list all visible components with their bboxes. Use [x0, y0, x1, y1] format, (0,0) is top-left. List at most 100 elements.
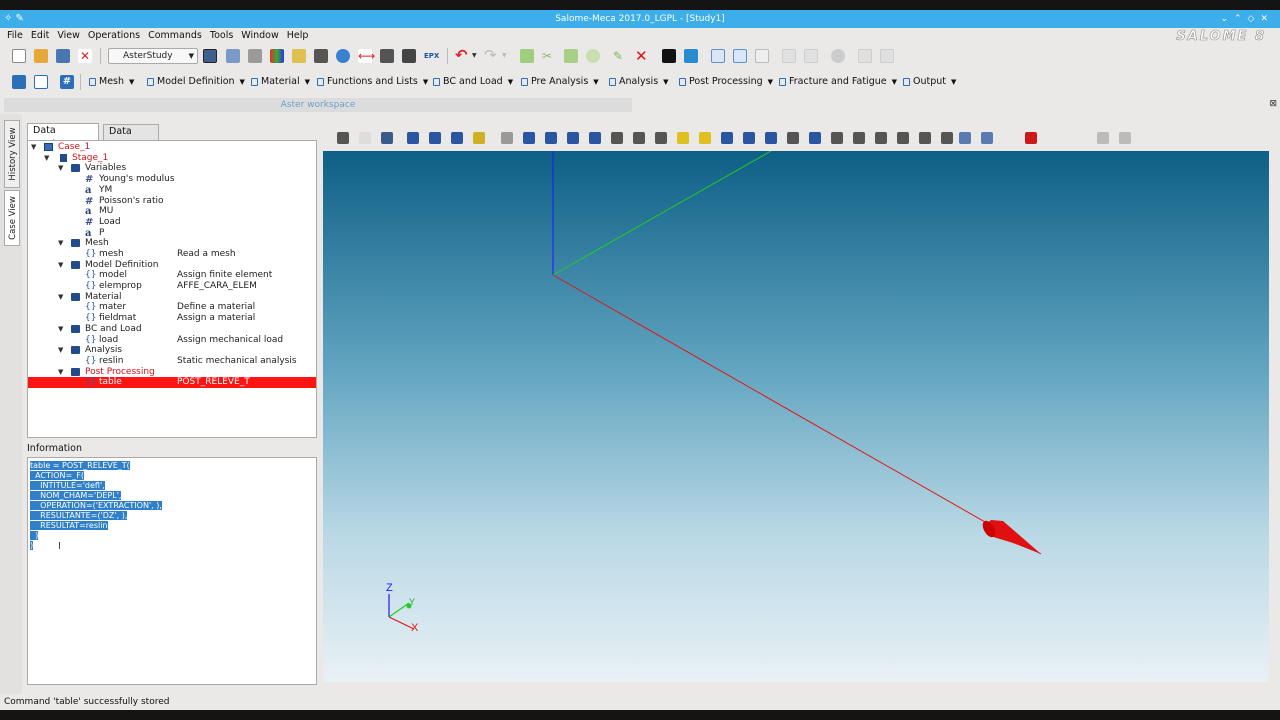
module-9-icon[interactable] [402, 49, 416, 63]
bottom-view-icon[interactable] [655, 132, 667, 144]
epx-module-icon[interactable]: EPX [424, 49, 439, 63]
tree-variable[interactable]: # Load [28, 217, 316, 228]
menu-mesh[interactable]: Mesh ▼ [86, 74, 138, 90]
duplicate-icon[interactable] [586, 49, 600, 63]
smesh-module-icon[interactable] [248, 49, 262, 63]
tree-variable[interactable]: a YM [28, 185, 316, 196]
front-view-icon[interactable] [589, 132, 601, 144]
edit-icon[interactable]: ✎ [613, 49, 627, 63]
tree-group-bc-and-load[interactable]: ▼ BC and Load [28, 324, 316, 335]
save-icon[interactable] [56, 49, 70, 63]
menu-edit[interactable]: Edit [27, 28, 53, 44]
redo-dropdown-icon[interactable]: ▼ [502, 49, 510, 63]
menu-output[interactable]: Output ▼ [900, 74, 958, 90]
add-stage-from-file-icon[interactable] [34, 75, 48, 89]
tree-group-mesh[interactable]: ▼ Mesh [28, 238, 316, 249]
menu-functions-and-lists[interactable]: Functions and Lists ▼ [314, 74, 428, 90]
tree-command-reslin[interactable]: {} reslin Static mechanical analysis [28, 356, 316, 367]
tree-case[interactable]: ▼ Case_1 [28, 142, 316, 153]
find-replace-icon[interactable] [684, 49, 698, 63]
interaction-style-icon[interactable] [359, 132, 371, 144]
asterstudy-icon[interactable] [203, 49, 217, 63]
cut-icon[interactable]: ✂ [542, 49, 556, 63]
menu-window[interactable]: Window [237, 28, 282, 44]
parallel-mode-icon[interactable] [853, 132, 865, 144]
close-icon[interactable]: ⊠ [1269, 99, 1277, 109]
new-document-icon[interactable] [12, 49, 26, 63]
left-view-icon[interactable] [677, 132, 689, 144]
show-trihedron-icon[interactable] [381, 132, 393, 144]
information-panel[interactable]: table = POST_RELEVE_T( ACTION=_F( INTITU… [27, 457, 317, 685]
tab-case-view[interactable]: Case View [4, 190, 20, 246]
module-8-icon[interactable] [380, 49, 394, 63]
add-stage-icon[interactable] [12, 75, 26, 89]
copy-icon[interactable] [520, 49, 534, 63]
back-view-icon[interactable] [611, 132, 623, 144]
menu-operations[interactable]: Operations [84, 28, 144, 44]
disabled-action-1-icon[interactable] [782, 49, 796, 63]
tree-group-analysis[interactable]: ▼ Analysis [28, 345, 316, 356]
dump-view-icon[interactable] [337, 132, 349, 144]
zoom-icon[interactable] [473, 132, 485, 144]
module-7-icon[interactable]: ⟷ [358, 49, 375, 63]
tree-command-mesh[interactable]: {} mesh Read a mesh [28, 249, 316, 260]
tree-command-fieldmat[interactable]: {} fieldmat Assign a material [28, 313, 316, 324]
right-view-icon[interactable] [699, 132, 711, 144]
menu-fracture-and-fatigue[interactable]: Fracture and Fatigue ▼ [776, 74, 897, 90]
undo-icon[interactable]: ↶ [455, 48, 469, 63]
top-view-icon[interactable] [633, 132, 645, 144]
expand-arrow-icon[interactable]: ▼ [31, 142, 36, 153]
menu-post-processing[interactable]: Post Processing ▼ [676, 74, 773, 90]
fit-selection-icon[interactable] [451, 132, 463, 144]
module-6-icon[interactable] [336, 49, 350, 63]
menu-bc-and-load[interactable]: BC and Load ▼ [430, 74, 514, 90]
perspective-mode-icon[interactable] [875, 132, 887, 144]
expand-arrow-icon[interactable]: ▼ [58, 324, 63, 335]
update-rate-icon[interactable] [787, 132, 799, 144]
module-selector[interactable]: AsterStudy ▼ [108, 48, 198, 64]
menu-pre-analysis[interactable]: Pre Analysis ▼ [518, 74, 602, 90]
text-mode-icon[interactable] [662, 49, 676, 63]
rotation-point-icon[interactable] [567, 132, 579, 144]
add-variable-icon[interactable]: # [60, 75, 74, 89]
window-controls[interactable]: ⌄⌃◇✕ [1220, 10, 1274, 28]
fit-all-icon[interactable] [407, 132, 419, 144]
play-recording-icon[interactable] [1025, 132, 1037, 144]
expand-arrow-icon[interactable]: ▼ [58, 163, 63, 174]
menu-model-definition[interactable]: Model Definition ▼ [144, 74, 245, 90]
tab-data-settings[interactable]: Data Settings [27, 123, 99, 150]
menu-analysis[interactable]: Analysis ▼ [606, 74, 672, 90]
tree-variable[interactable]: a MU [28, 206, 316, 217]
menu-tools[interactable]: Tools [206, 28, 237, 44]
redo-icon[interactable]: ↷ [484, 48, 498, 63]
undo-dropdown-icon[interactable]: ▼ [472, 49, 480, 63]
tree-command-model[interactable]: {} model Assign finite element [28, 270, 316, 281]
menu-view[interactable]: View [53, 28, 84, 44]
graduated-axes-icon[interactable] [831, 132, 843, 144]
pause-recording-icon[interactable] [1097, 132, 1109, 144]
tree-variable[interactable]: # Young's modulus [28, 174, 316, 185]
menu-help[interactable]: Help [283, 28, 313, 44]
disabled-action-3-icon[interactable] [858, 49, 872, 63]
disabled-action-4-icon[interactable] [880, 49, 894, 63]
disabled-action-2-icon[interactable] [804, 49, 818, 63]
paravis-module-icon[interactable] [270, 49, 284, 63]
import-2-icon[interactable] [755, 49, 769, 63]
stop-recording-icon[interactable] [1119, 132, 1131, 144]
run-settings-icon[interactable] [831, 49, 845, 63]
global-panning-icon[interactable] [523, 132, 535, 144]
paste-icon[interactable] [564, 49, 578, 63]
window-menu-icon[interactable]: ✧ ✎ [4, 10, 24, 28]
stereo-icon[interactable] [941, 132, 953, 144]
trihedron-size-icon[interactable] [897, 132, 909, 144]
module-5-icon[interactable] [314, 49, 328, 63]
3d-canvas[interactable]: Z Y X [323, 151, 1269, 682]
expand-arrow-icon[interactable]: ▼ [58, 345, 63, 356]
projection-icon[interactable] [959, 132, 971, 144]
menu-material[interactable]: Material ▼ [248, 74, 310, 90]
clockwise-icon[interactable] [743, 132, 755, 144]
tree-command-mater[interactable]: {} mater Define a material [28, 302, 316, 313]
tab-data-files[interactable]: Data Files [103, 124, 159, 151]
background-icon[interactable] [981, 132, 993, 144]
clipping-icon[interactable] [919, 132, 931, 144]
